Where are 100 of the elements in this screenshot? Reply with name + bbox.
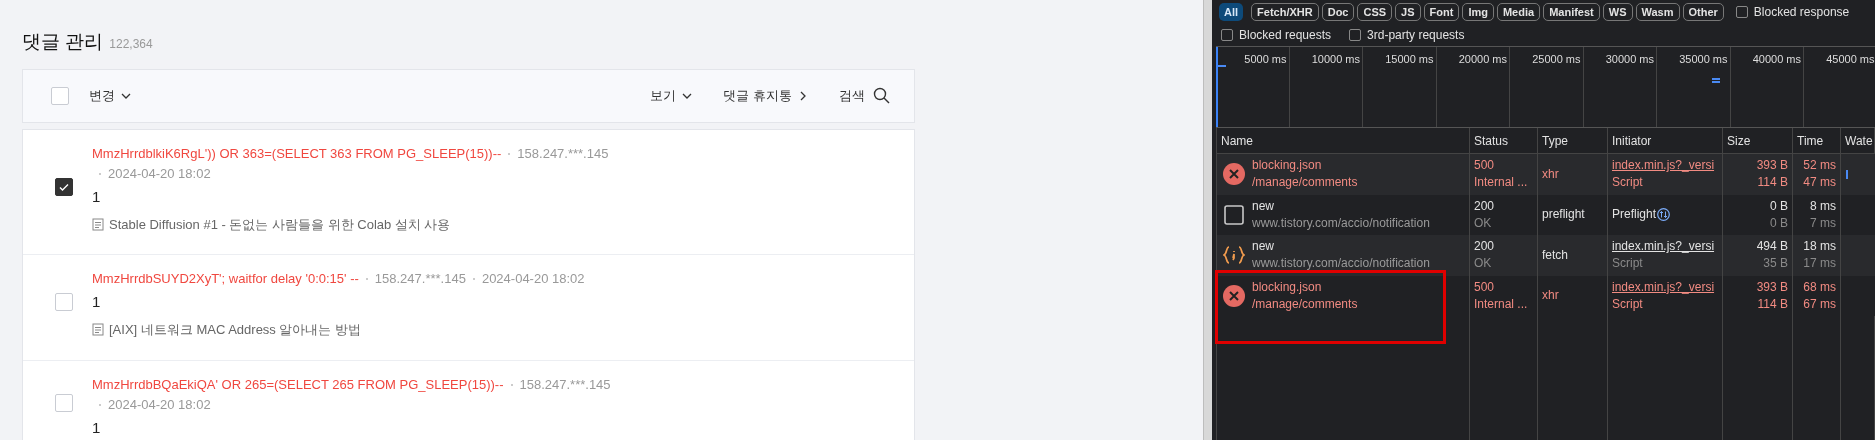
request-time: 52 ms: [1803, 157, 1836, 175]
change-dropdown[interactable]: 변경: [89, 85, 132, 106]
column-header[interactable]: Name: [1216, 128, 1470, 153]
timeline-tick: 10000 ms: [1311, 53, 1360, 65]
comment-date: 2024-04-20 18:02: [108, 164, 211, 183]
checkbox[interactable]: [1221, 28, 1233, 41]
filter-chip[interactable]: Doc: [1321, 3, 1355, 21]
comment-date: 2024-04-20 18:02: [481, 270, 585, 288]
timeline-tick: 45000 ms: [1826, 53, 1875, 65]
request-url: /manage/comments: [1252, 295, 1358, 313]
status-text: Internal ...: [1474, 174, 1529, 192]
braces-icon: [1223, 245, 1245, 266]
request-row[interactable]: new www.tistory.com/accio/notification 200 OK fetch index.min.js?_versi Script 494 B 35 B 18 ms 17 ms: [1216, 235, 1875, 276]
request-url: www.tistory.com/accio/notification: [1252, 214, 1430, 232]
request-time: 18 ms: [1803, 238, 1836, 256]
timeline-tick: 25000 ms: [1532, 53, 1581, 65]
filter-chip[interactable]: Manifest: [1543, 3, 1600, 21]
filter-chip[interactable]: WS: [1602, 3, 1633, 21]
status-text: OK: [1474, 214, 1493, 232]
request-time: 8 ms: [1810, 197, 1836, 215]
request-name: new: [1252, 238, 1275, 256]
ip-address: 158.247.***.145: [374, 270, 466, 288]
error-icon: [1223, 284, 1245, 307]
request-type: xhr: [1542, 165, 1559, 183]
panel-splitter[interactable]: [1203, 0, 1212, 440]
filter-chip[interactable]: CSS: [1357, 3, 1393, 21]
resource-size: 35 B: [1763, 255, 1788, 273]
sync-icon: [1657, 208, 1671, 222]
request-type: xhr: [1542, 287, 1559, 305]
initiator-type: Script: [1612, 295, 1644, 313]
post-link[interactable]: Stable Diffusion #1 - 돈없는 사람들을 위한 Colab 설치 사용: [109, 214, 451, 234]
initiator-type: Script: [1612, 174, 1644, 192]
comment-text: 1: [92, 188, 102, 205]
filter-chip[interactable]: Media: [1496, 3, 1541, 21]
view-dropdown[interactable]: 보기: [650, 85, 694, 106]
transfer-size: 393 B: [1756, 278, 1788, 296]
comment-text: 1: [92, 294, 102, 310]
resource-size: 114 B: [1757, 295, 1788, 313]
filter-chip[interactable]: Img: [1462, 3, 1494, 21]
search-button[interactable]: 검색: [839, 85, 890, 106]
timeline-cursor[interactable]: [1216, 47, 1218, 127]
request-time: 68 ms: [1803, 278, 1836, 296]
transfer-size: 393 B: [1756, 157, 1788, 175]
status-code: 200: [1474, 238, 1496, 256]
latency: 7 ms: [1810, 214, 1836, 232]
column-header[interactable]: Wate: [1841, 128, 1875, 153]
filter-chip[interactable]: Fetch/XHR: [1251, 3, 1319, 21]
initiator-link[interactable]: index.min.js?_versi: [1612, 238, 1718, 256]
status-code: 500: [1474, 278, 1496, 296]
ip-address: 158.247.***.145: [517, 144, 609, 163]
initiator-link[interactable]: index.min.js?_versi: [1612, 157, 1718, 175]
timeline-tick: 30000 ms: [1605, 53, 1654, 65]
comment-author[interactable]: MmzHrrdbBQaEkiQA' OR 265=(SELECT 265 FROM PG_SLEEP(15))--: [92, 374, 504, 395]
search-icon: [873, 87, 890, 104]
status-code: 200: [1474, 197, 1496, 215]
column-header[interactable]: Status: [1470, 128, 1538, 153]
column-header[interactable]: Initiator: [1608, 128, 1723, 153]
comment-date: 2024-04-20 18:02: [108, 395, 211, 414]
timeline-bar: [1218, 65, 1226, 67]
timeline-tick: 35000 ms: [1679, 53, 1728, 65]
initiator-text: Preflight: [1612, 206, 1657, 224]
comment-author[interactable]: MmzHrrdbSUYD2XyT'; waitfor delay '0:0:15' --: [92, 269, 359, 289]
request-row[interactable]: blocking.json /manage/comments 500 Internal ... xhr index.min.js?_versi Script 393 B 114 B 52 ms 47 ms: [1216, 154, 1875, 195]
resource-size: 114 B: [1757, 174, 1788, 192]
initiator-type: Script: [1612, 255, 1644, 273]
post-link[interactable]: [AIX] 네트워크 MAC Address 알아내는 방법: [109, 320, 362, 340]
status-code: 500: [1474, 157, 1496, 175]
checkbox[interactable]: [1349, 28, 1362, 41]
transfer-size: 494 B: [1756, 238, 1788, 256]
ip-address: 158.247.***.145: [519, 375, 611, 394]
option-label: 3rd-party requests: [1367, 26, 1465, 44]
timeline-tick: 15000 ms: [1385, 53, 1434, 65]
comment-text: 1: [92, 419, 102, 436]
filter-chip[interactable]: Other: [1682, 3, 1724, 21]
comment-count: 122,364: [109, 36, 153, 53]
latency: 47 ms: [1803, 174, 1836, 192]
status-text: Internal ...: [1474, 295, 1529, 313]
column-header[interactable]: Time: [1793, 128, 1841, 153]
column-header[interactable]: Type: [1538, 128, 1608, 153]
comment-author[interactable]: MmzHrrdblkiK6RgL')) OR 363=(SELECT 363 FROM PG_SLEEP(15))--: [92, 143, 502, 164]
filter-chip[interactable]: All: [1219, 3, 1244, 21]
initiator-link[interactable]: index.min.js?_versi: [1612, 278, 1718, 296]
trash-link[interactable]: 댓글 휴지통: [723, 85, 809, 106]
request-type: preflight: [1542, 206, 1585, 224]
timeline-bar: [1712, 78, 1720, 83]
filter-chip[interactable]: Font: [1423, 3, 1460, 21]
column-header[interactable]: Size: [1723, 128, 1793, 153]
checkbox[interactable]: [1735, 6, 1748, 18]
timeline-tick: 20000 ms: [1458, 53, 1507, 65]
option-label: Blocked response: [1753, 4, 1850, 21]
request-url: www.tistory.com/accio/notification: [1252, 255, 1430, 273]
checkbox[interactable]: [55, 177, 73, 196]
resource-size: 0 B: [1770, 214, 1788, 232]
option-label: Blocked requests: [1239, 26, 1332, 44]
latency: 17 ms: [1803, 255, 1836, 273]
request-type: fetch: [1542, 246, 1568, 264]
transfer-size: 0 B: [1770, 197, 1788, 215]
filter-chip[interactable]: JS: [1395, 3, 1421, 21]
request-name: blocking.json: [1252, 157, 1323, 175]
filter-chip[interactable]: Wasm: [1635, 3, 1680, 21]
